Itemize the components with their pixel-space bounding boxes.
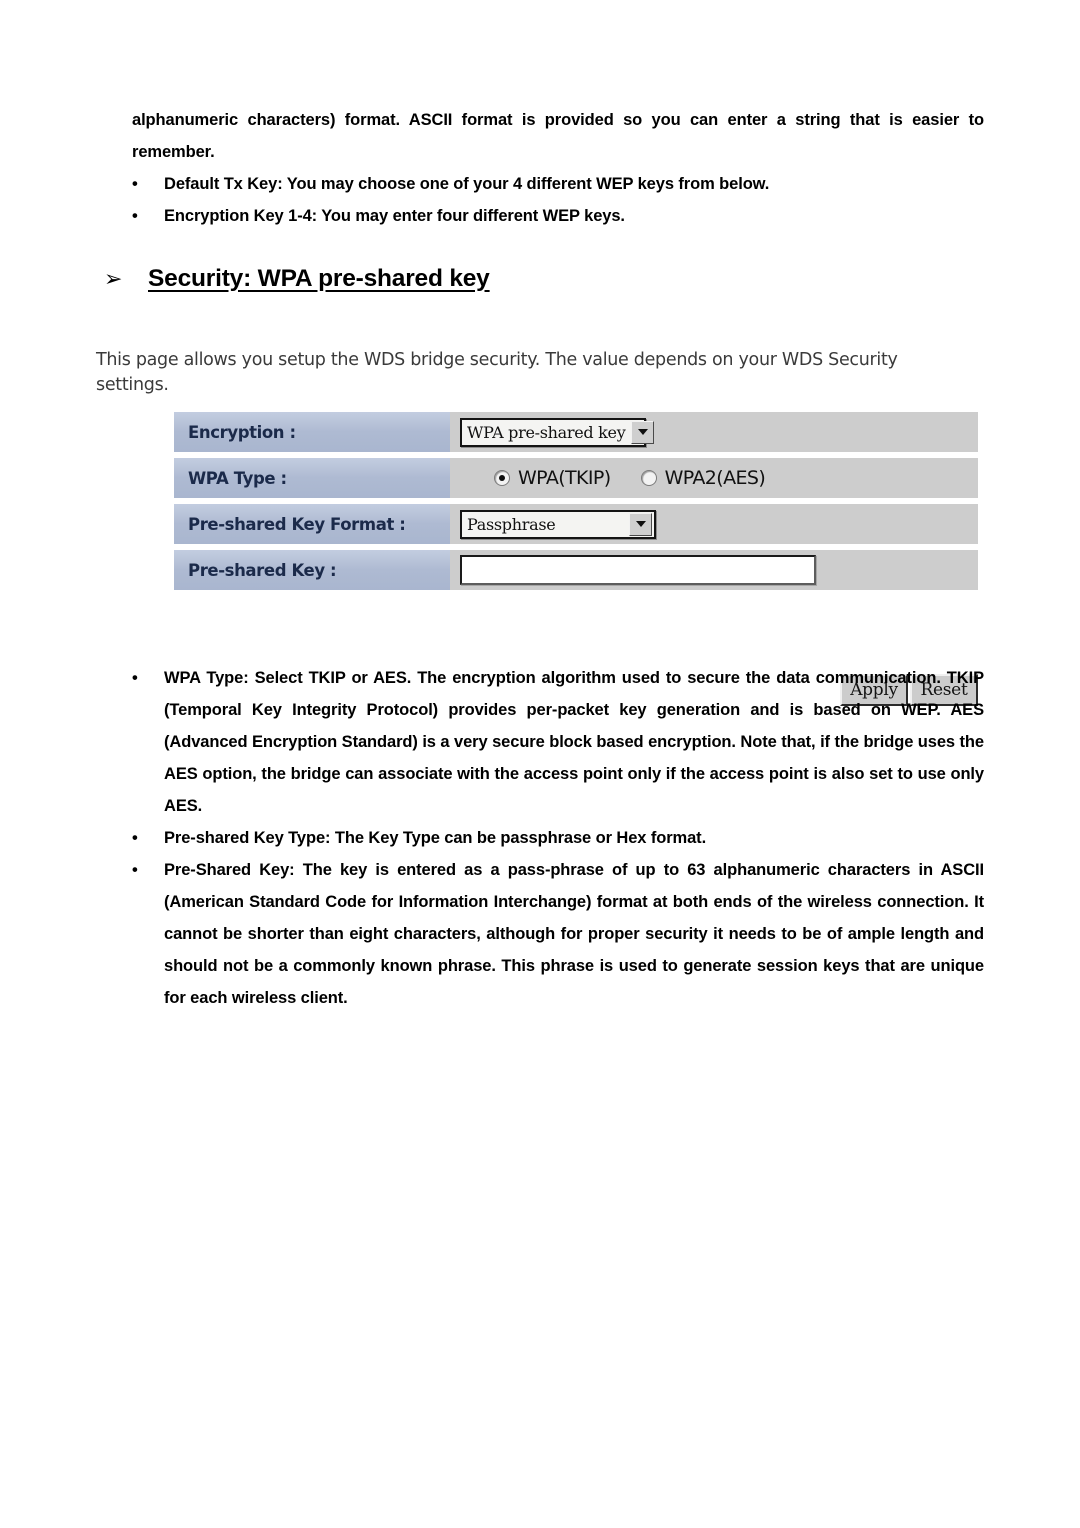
intro-bullet-1: • Default Tx Key: You may choose one of … xyxy=(132,168,984,200)
value-encryption: WPA pre-shared key xyxy=(450,412,978,452)
section-heading: ➢ Security: WPA pre-shared key xyxy=(104,264,804,294)
radio-knob-icon[interactable] xyxy=(494,470,510,486)
note-bullet-2-text: Pre-shared Key Type: The Key Type can be… xyxy=(164,829,707,847)
radio-wpa2-aes[interactable]: WPA2(AES) xyxy=(640,467,766,489)
pre-shared-key-input[interactable] xyxy=(460,555,816,585)
key-format-dropdown-value: Passphrase xyxy=(467,514,556,534)
encryption-dropdown[interactable]: WPA pre-shared key xyxy=(460,417,655,447)
bullet-glyph-icon: • xyxy=(132,829,138,847)
screenshot-description: This page allows you setup the WDS bridg… xyxy=(96,350,898,395)
value-pre-shared-key xyxy=(450,550,978,590)
row-key-format: Pre-shared Key Format : Passphrase xyxy=(174,504,978,544)
row-pre-shared-key: Pre-shared Key : xyxy=(174,550,978,590)
row-wpa-type: WPA Type : WPA(TKIP) WPA2(AES) xyxy=(174,458,978,498)
chevron-down-icon[interactable] xyxy=(631,420,655,444)
row-encryption: Encryption : WPA pre-shared key xyxy=(174,412,978,452)
document-page: alphanumeric characters) format. ASCII f… xyxy=(0,0,1080,1528)
arrow-bullet-icon: ➢ xyxy=(104,266,123,291)
note-bullet-1: • WPA Type: Select TKIP or AES. The encr… xyxy=(132,662,984,822)
label-wpa-type: WPA Type : xyxy=(174,458,450,498)
chevron-down-icon[interactable] xyxy=(629,512,652,536)
label-key-format: Pre-shared Key Format : xyxy=(174,504,450,544)
radio-knob-icon[interactable] xyxy=(640,470,657,486)
intro-bullet-2: • Encryption Key 1-4: You may enter four… xyxy=(132,200,984,232)
label-encryption: Encryption : xyxy=(174,412,450,452)
radio-wpa-tkip[interactable]: WPA(TKIP) xyxy=(494,467,611,489)
note-bullet-1-text: WPA Type: Select TKIP or AES. The encryp… xyxy=(164,669,984,815)
encryption-dropdown-value: WPA pre-shared key xyxy=(467,422,626,442)
label-pre-shared-key: Pre-shared Key : xyxy=(174,550,450,590)
radio-wpa-tkip-label: WPA(TKIP) xyxy=(518,467,611,489)
intro-bullet-1-text: Default Tx Key: You may choose one of yo… xyxy=(164,175,770,193)
radio-wpa2-aes-label: WPA2(AES) xyxy=(664,467,766,489)
router-config-screenshot: This page allows you setup the WDS bridg… xyxy=(88,336,984,706)
value-key-format: Passphrase xyxy=(450,504,978,544)
note-bullet-2: • Pre-shared Key Type: The Key Type can … xyxy=(132,822,984,854)
value-wpa-type: WPA(TKIP) WPA2(AES) xyxy=(450,458,978,498)
key-format-dropdown[interactable]: Passphrase xyxy=(460,509,656,539)
bullet-glyph-icon: • xyxy=(132,207,138,225)
bullet-glyph-icon: • xyxy=(132,669,138,687)
intro-bullet-2-text: Encryption Key 1-4: You may enter four d… xyxy=(164,207,625,225)
note-bullet-3-text: Pre-Shared Key: The key is entered as a … xyxy=(164,861,984,1007)
security-settings-form: Encryption : WPA pre-shared key WPA Type… xyxy=(174,412,978,706)
bullet-glyph-icon: • xyxy=(132,175,138,193)
note-bullet-3: • Pre-Shared Key: The key is entered as … xyxy=(132,854,984,1014)
section-heading-text: Security: WPA pre-shared key xyxy=(148,265,490,292)
wpa-type-radio-group: WPA(TKIP) WPA2(AES) xyxy=(494,467,766,489)
bullet-glyph-icon: • xyxy=(132,861,138,879)
